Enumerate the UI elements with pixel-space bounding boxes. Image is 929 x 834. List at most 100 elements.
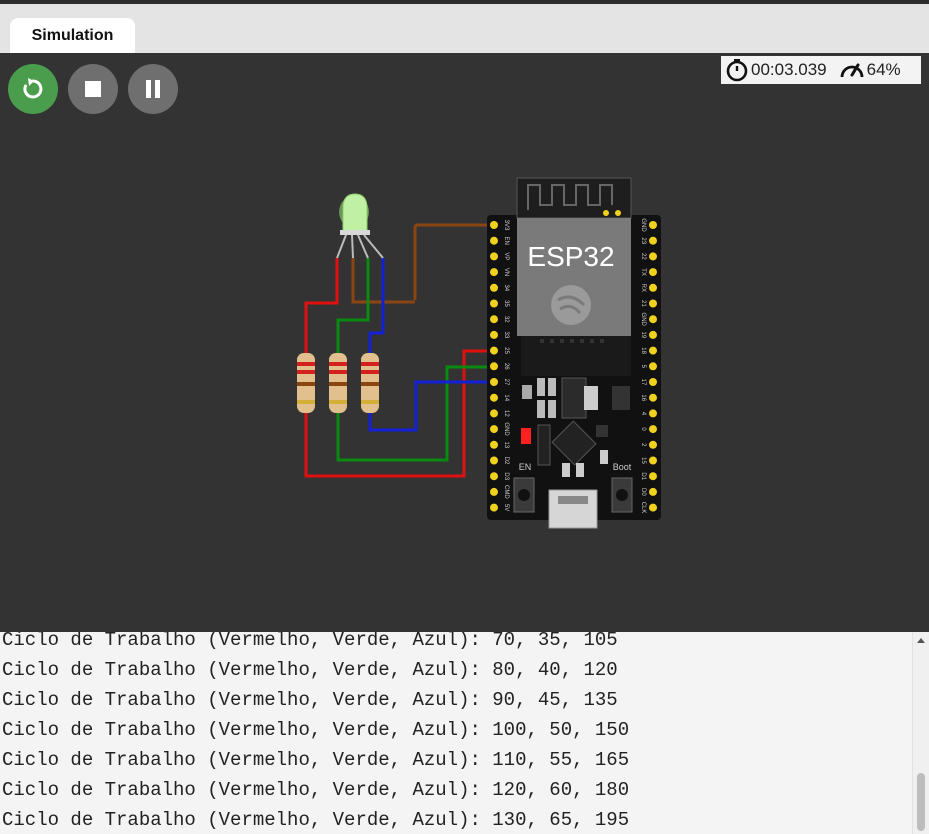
wire-brown — [413, 223, 494, 300]
header-pin[interactable] — [490, 346, 498, 355]
scroll-thumb[interactable] — [917, 773, 925, 831]
espressif-logo-icon — [551, 285, 591, 325]
pin-label: 15 — [640, 457, 646, 464]
esp32-board[interactable]: ESP32 EN Boot 3V3ENVPVN34353233252627141… — [487, 177, 661, 529]
resistor-green[interactable] — [329, 353, 347, 413]
header-pin[interactable] — [649, 315, 657, 324]
pin-label: D2 — [503, 457, 509, 465]
simulation-canvas[interactable]: 00:03.039 64% ESP32 EN Boot 3V3 EN VP VN… — [0, 53, 929, 632]
pin-label: 34 — [503, 284, 509, 291]
pin-label: GND — [640, 313, 646, 327]
header-pin[interactable] — [490, 252, 498, 261]
pin-label: 18 — [640, 347, 646, 354]
header-pin[interactable] — [490, 362, 498, 371]
rgb-led[interactable] — [336, 193, 384, 259]
pin-label: 19 — [640, 332, 646, 339]
pin-label: 25 — [503, 347, 509, 354]
header-pin[interactable] — [649, 440, 657, 449]
pin-label: 32 — [503, 316, 509, 323]
boot-button-cap[interactable] — [616, 489, 628, 501]
header-pin[interactable] — [649, 362, 657, 371]
header-pin[interactable] — [490, 487, 498, 496]
serial-line: Ciclo de Trabalho (Vermelho, Verde, Azul… — [2, 749, 630, 771]
en-button-cap[interactable] — [518, 489, 530, 501]
header-pin[interactable] — [649, 236, 657, 245]
pin-label: VP — [503, 252, 509, 260]
usb-port — [548, 489, 598, 529]
header-pin[interactable] — [490, 299, 498, 308]
header-pin[interactable] — [490, 409, 498, 418]
serial-line: Ciclo de Trabalho (Vermelho, Verde, Azul… — [2, 719, 630, 741]
pin-label: EN — [503, 237, 509, 245]
header-pin[interactable] — [649, 299, 657, 308]
board-label: ESP32 — [527, 241, 614, 272]
pin-label: VN — [503, 268, 509, 276]
serial-line: Ciclo de Trabalho (Vermelho, Verde, Azul… — [2, 689, 618, 711]
pin-label: 17 — [640, 379, 646, 386]
pin-label: D1 — [640, 472, 646, 480]
header-pin[interactable] — [649, 346, 657, 355]
tab-simulation[interactable]: Simulation — [10, 18, 135, 53]
pin-label: RX — [640, 284, 646, 292]
header-pin[interactable] — [490, 268, 498, 277]
header-pin[interactable] — [490, 456, 498, 465]
serial-scrollbar[interactable] — [912, 632, 929, 834]
header-pin[interactable] — [649, 503, 657, 512]
pin-label: GND — [640, 218, 646, 232]
serial-line: Ciclo de Trabalho (Vermelho, Verde, Azul… — [2, 632, 618, 651]
resistor-blue[interactable] — [361, 353, 379, 413]
header-pin[interactable] — [649, 221, 657, 229]
pin-label: 12 — [503, 410, 509, 417]
header-pin[interactable] — [649, 487, 657, 496]
header-pin[interactable] — [649, 409, 657, 418]
pin-label: D0 — [640, 488, 646, 496]
header-pin[interactable] — [649, 456, 657, 465]
serial-output: Ciclo de Trabalho (Vermelho, Verde, Azul… — [2, 632, 629, 834]
serial-line: Ciclo de Trabalho (Vermelho, Verde, Azul… — [2, 809, 630, 831]
header-pin[interactable] — [490, 378, 498, 386]
header-pin[interactable] — [649, 378, 657, 386]
pin-label: 14 — [503, 394, 509, 401]
pin-label: TX — [640, 268, 646, 276]
pin-label: GND — [503, 422, 509, 436]
wire-blue — [368, 258, 494, 432]
header-pin[interactable] — [649, 393, 657, 402]
pin-label: CMD — [503, 485, 509, 499]
boot-label: Boot — [613, 462, 632, 472]
header-pin[interactable] — [649, 330, 657, 339]
pin-label: 23 — [640, 237, 646, 244]
header-pin[interactable] — [490, 283, 498, 292]
header-pin[interactable] — [490, 330, 498, 339]
pin-label: 33 — [503, 332, 509, 339]
resistor-red[interactable] — [297, 353, 315, 413]
pin-label: 16 — [640, 394, 646, 401]
header-pin[interactable] — [490, 440, 498, 449]
serial-monitor[interactable]: Ciclo de Trabalho (Vermelho, Verde, Azul… — [0, 632, 912, 834]
header-pin[interactable] — [490, 315, 498, 324]
header-pin[interactable] — [490, 221, 498, 229]
pin-label: D3 — [503, 472, 509, 480]
pin-label: 27 — [503, 379, 509, 386]
header-pin[interactable] — [490, 393, 498, 402]
serial-line: Ciclo de Trabalho (Vermelho, Verde, Azul… — [2, 659, 618, 681]
header-pin[interactable] — [490, 472, 498, 481]
scroll-up-arrow-icon[interactable] — [917, 638, 925, 643]
circuit-diagram: ESP32 EN Boot 3V3ENVPVN34353233252627141… — [297, 177, 661, 529]
pin-label: 5V — [503, 504, 509, 511]
pin-label: CLK — [640, 502, 646, 514]
pin-label: 26 — [503, 363, 509, 370]
serial-line: Ciclo de Trabalho (Vermelho, Verde, Azul… — [2, 779, 630, 801]
pin-label: 35 — [503, 300, 509, 307]
header-pin[interactable] — [490, 236, 498, 245]
header-pin[interactable] — [649, 252, 657, 261]
header-pin[interactable] — [649, 472, 657, 481]
header-pin[interactable] — [649, 268, 657, 277]
pin-label: 22 — [640, 253, 646, 260]
header-pin[interactable] — [490, 503, 498, 512]
header-pin[interactable] — [649, 425, 657, 434]
en-label: EN — [519, 462, 532, 472]
pin-label: 13 — [503, 441, 509, 448]
pin-label: 21 — [640, 300, 646, 307]
header-pin[interactable] — [490, 425, 498, 434]
header-pin[interactable] — [649, 283, 657, 292]
